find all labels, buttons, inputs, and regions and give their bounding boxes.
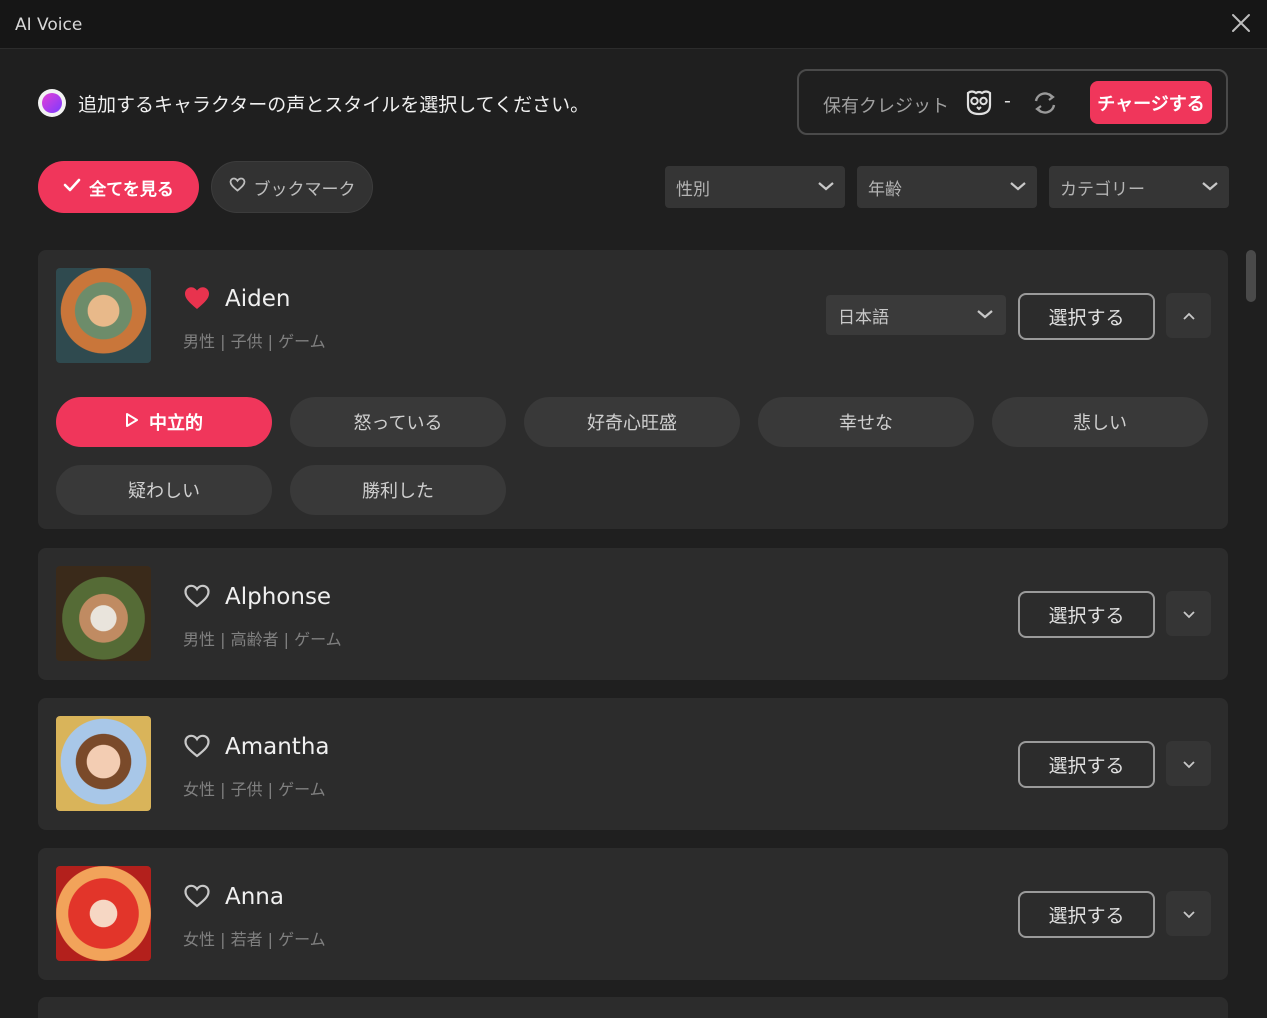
gender-filter-label: 性別 [676,179,710,200]
scrollbar-thumb[interactable] [1246,250,1256,302]
select-button[interactable]: 選択する [1018,741,1155,788]
instruction-text: 追加するキャラクターの声とスタイルを選択してください。 [78,93,590,116]
tab-bookmark-label: ブックマーク [253,179,356,200]
style-label: 疑わしい [128,481,200,502]
owl-credit-icon [964,87,994,117]
gender-filter[interactable]: 性別 [665,166,845,208]
expand-button[interactable] [1166,591,1211,636]
category-filter[interactable]: カテゴリー [1049,166,1229,208]
select-button[interactable]: 選択する [1018,891,1155,938]
select-button[interactable]: 選択する [1018,591,1155,638]
credit-panel: 保有クレジット - チャージする [797,69,1228,135]
category-filter-label: カテゴリー [1060,179,1145,200]
style-label: 悲しい [1073,413,1127,434]
age-filter-label: 年齢 [868,179,902,200]
style-curious[interactable]: 好奇心旺盛 [524,397,740,447]
ai-voice-icon [38,89,66,117]
avatar [56,716,151,811]
chevron-down-icon [1201,177,1219,197]
chevron-down-icon [1009,177,1027,197]
voice-name: Anna [225,884,284,910]
chevron-down-icon [976,305,994,325]
tab-all-label: 全てを見る [89,179,174,200]
tab-bookmark[interactable]: ブックマーク [211,161,373,213]
style-suspicious[interactable]: 疑わしい [56,465,272,515]
style-label: 勝利した [362,481,434,502]
age-filter[interactable]: 年齢 [857,166,1037,208]
language-label: 日本語 [838,307,889,328]
language-dropdown[interactable]: 日本語 [826,295,1006,335]
style-sad[interactable]: 悲しい [992,397,1208,447]
heart-filled-icon[interactable] [183,285,211,311]
chevron-down-icon [1182,604,1196,623]
heart-outline-icon[interactable] [183,583,211,609]
style-angry[interactable]: 怒っている [290,397,506,447]
voice-card-anna: Anna 女性 | 若者 | ゲーム 選択する [38,848,1228,980]
voice-name: Aiden [225,286,291,312]
avatar [56,566,151,661]
style-label: 好奇心旺盛 [587,413,677,434]
heart-outline-icon[interactable] [183,733,211,759]
heart-outline-icon[interactable] [183,883,211,909]
close-icon[interactable] [1228,10,1254,36]
style-label: 怒っている [353,413,443,434]
tab-all[interactable]: 全てを見る [38,161,199,213]
voice-meta: 男性 | 高齢者 | ゲーム [183,630,342,649]
voice-meta: 女性 | 子供 | ゲーム [183,780,326,799]
play-icon [125,412,139,433]
chevron-down-icon [817,177,835,197]
expand-button[interactable] [1166,741,1211,786]
heart-outline-icon [229,177,246,197]
scrollbar[interactable] [1245,250,1257,1010]
voice-card-next [38,997,1228,1018]
voice-name: Alphonse [225,584,332,610]
voice-meta: 男性 | 子供 | ゲーム [183,332,326,351]
credit-value: - [1004,90,1011,112]
chevron-up-icon [1182,306,1196,325]
style-happy[interactable]: 幸せな [758,397,974,447]
refresh-icon[interactable] [1031,89,1059,117]
instruction-row: 追加するキャラクターの声とスタイルを選択してください。 [38,88,589,118]
voice-card-aiden: Aiden 男性 | 子供 | ゲーム 日本語 選択する 中立的 怒っている 好… [38,250,1228,529]
voice-card-alphonse: Alphonse 男性 | 高齢者 | ゲーム 選択する [38,548,1228,680]
style-label: 中立的 [149,413,203,434]
credit-label: 保有クレジット [823,96,949,117]
window-title: AI Voice [15,15,83,35]
charge-button[interactable]: チャージする [1090,81,1212,124]
voice-name: Amantha [225,734,330,760]
style-label: 幸せな [839,413,893,434]
title-bar: AI Voice [0,0,1267,49]
collapse-button[interactable] [1166,293,1211,338]
avatar [56,866,151,961]
style-victorious[interactable]: 勝利した [290,465,506,515]
avatar [56,268,151,363]
voice-card-amantha: Amantha 女性 | 子供 | ゲーム 選択する [38,698,1228,830]
style-neutral[interactable]: 中立的 [56,397,272,447]
check-icon [63,177,81,197]
select-button[interactable]: 選択する [1018,293,1155,340]
voice-meta: 女性 | 若者 | ゲーム [183,930,326,949]
chevron-down-icon [1182,754,1196,773]
chevron-down-icon [1182,904,1196,923]
expand-button[interactable] [1166,891,1211,936]
